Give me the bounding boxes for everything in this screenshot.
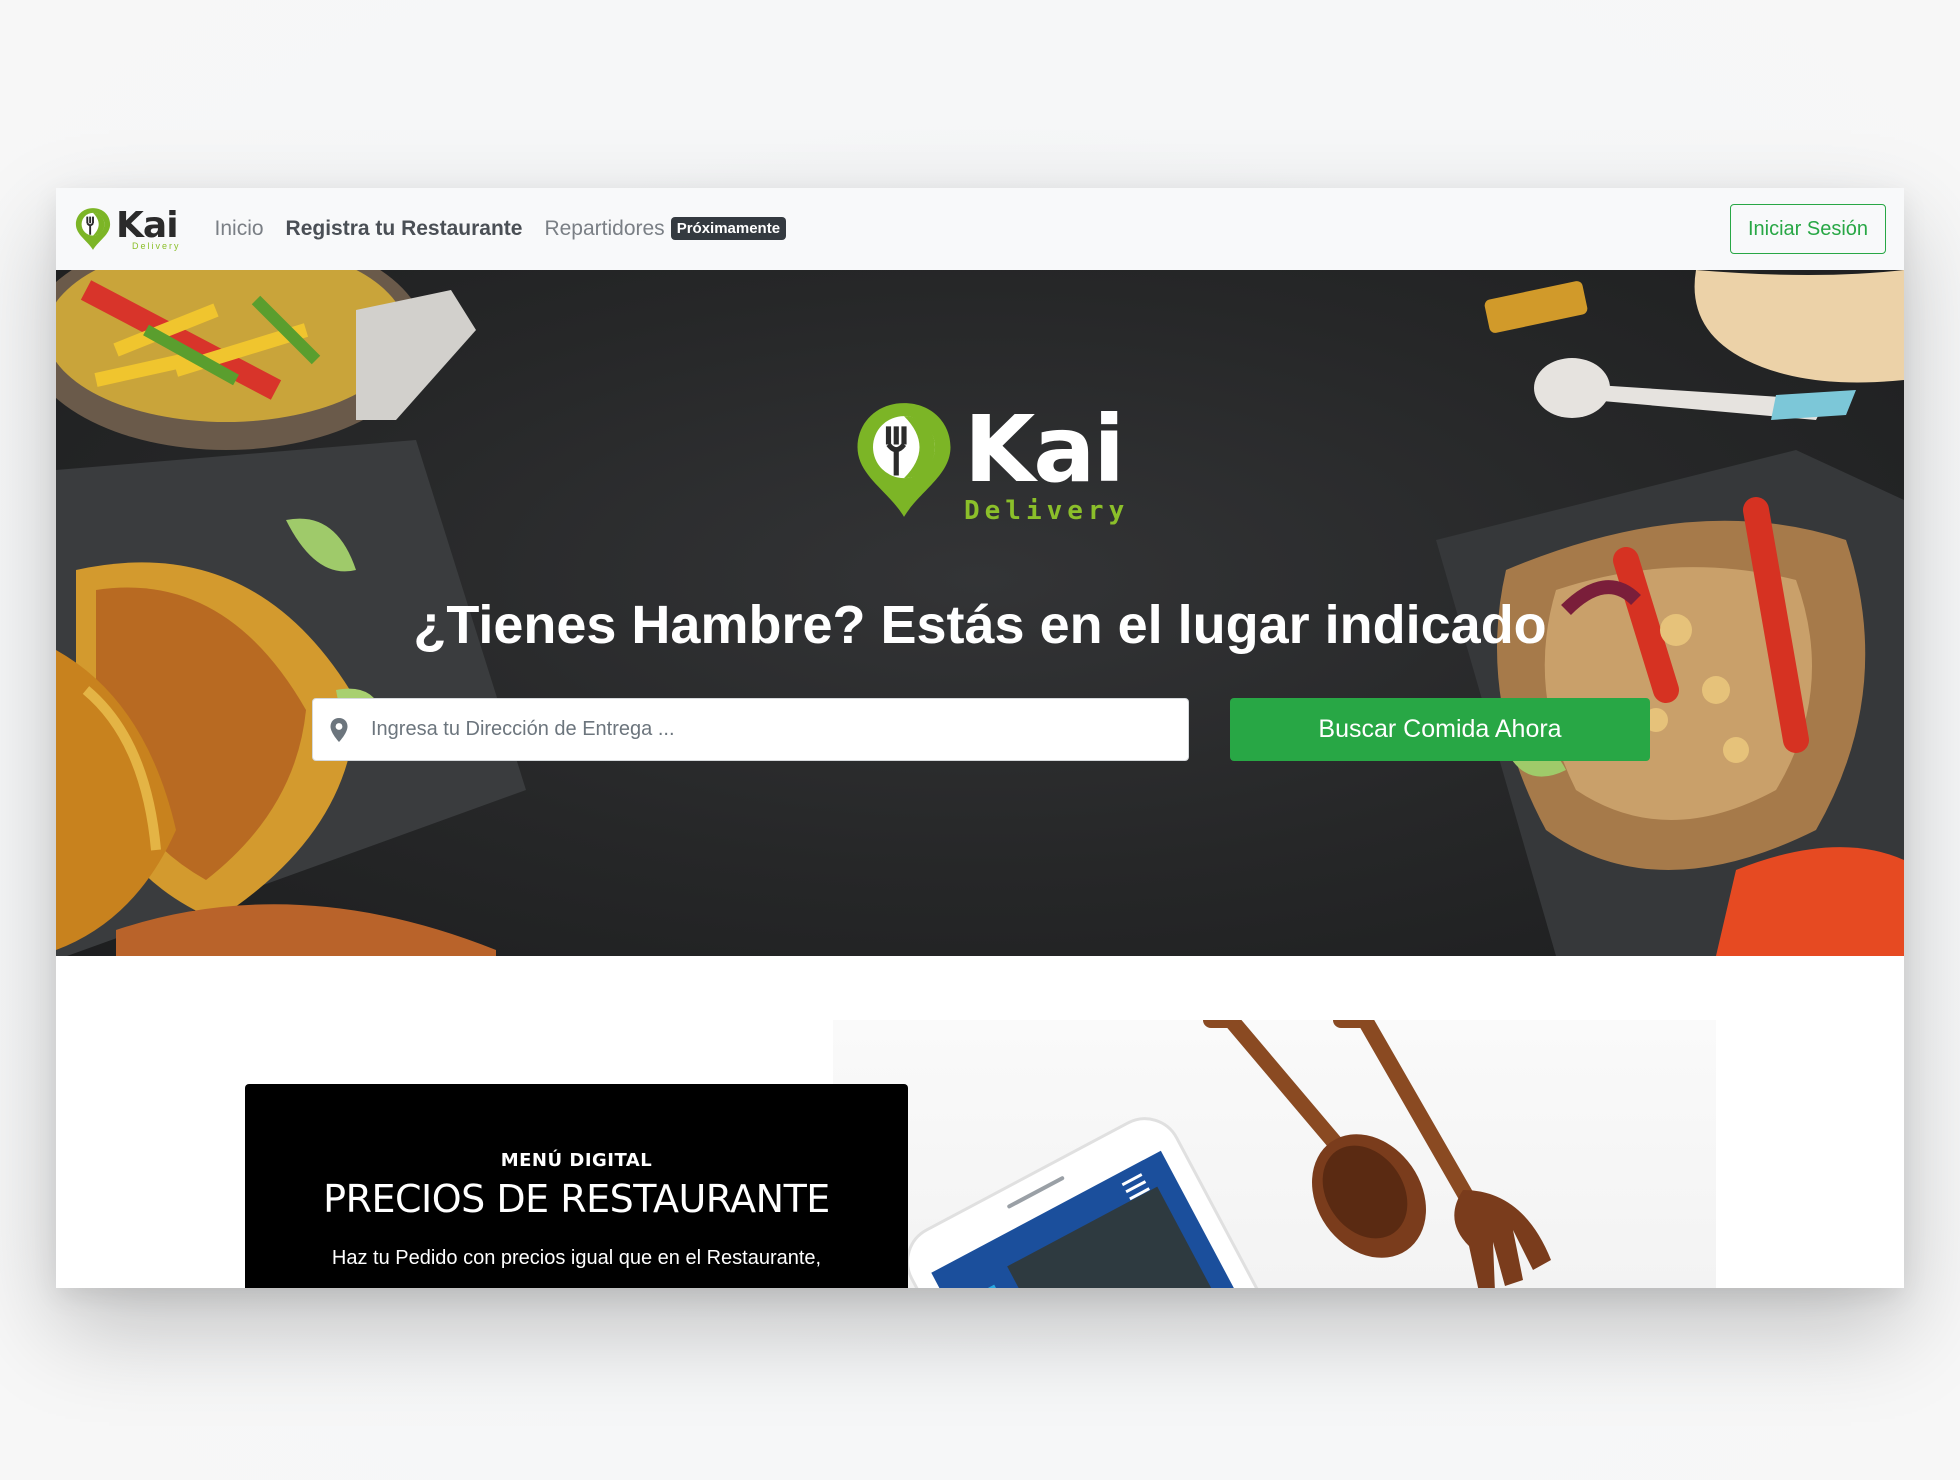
browser-window: Kai Delivery Inicio Registra tu Restaura… — [56, 188, 1904, 1288]
brand-name: Kai — [116, 204, 179, 246]
card-kicker: MENÚ DIGITAL — [500, 1150, 653, 1171]
hero-brand-tagline: Delivery — [964, 496, 1130, 526]
nav-item-repartidores[interactable]: Repartidores Próximamente — [544, 217, 787, 241]
card-text: Haz tu Pedido con precios igual que en e… — [331, 1247, 822, 1269]
map-pin-icon — [330, 717, 348, 742]
hero-title: ¿Tienes Hambre? Estás en el lugar indica… — [413, 595, 1547, 655]
brand-tagline: Delivery — [132, 240, 181, 251]
card-title: PRECIOS DE RESTAURANTE — [323, 1177, 830, 1221]
coming-soon-badge: Próximamente — [670, 217, 787, 240]
hero-brand-name: Kai — [964, 396, 1125, 503]
nav-item-inicio[interactable]: Inicio — [215, 217, 264, 241]
login-button[interactable]: Iniciar Sesión — [1730, 204, 1886, 254]
brand-link[interactable]: Kai Delivery — [74, 206, 181, 252]
address-search-box — [312, 698, 1189, 761]
hero-logo: Kai Delivery — [852, 398, 1129, 526]
kai-logo-icon — [75, 208, 111, 250]
feature-section: MENÚ DIGITAL PRECIOS DE RESTAURANTE Haz … — [56, 956, 1904, 1288]
navbar: Kai Delivery Inicio Registra tu Restaura… — [56, 188, 1904, 270]
delivery-address-input[interactable] — [371, 718, 1151, 741]
search-food-button[interactable]: Buscar Comida Ahora — [1230, 698, 1650, 761]
hero-section: Kai Delivery ¿Tienes Hambre? Estás en el… — [56, 270, 1904, 956]
phone-and-spoons-image — [906, 1020, 1551, 1288]
nav-item-registra-restaurante[interactable]: Registra tu Restaurante — [286, 217, 523, 241]
kai-logo-large-icon — [857, 403, 951, 517]
nav-item-repartidores-label: Repartidores — [544, 217, 665, 240]
feature-image — [833, 1020, 1716, 1288]
digital-menu-card: MENÚ DIGITAL PRECIOS DE RESTAURANTE Haz … — [245, 1084, 908, 1288]
